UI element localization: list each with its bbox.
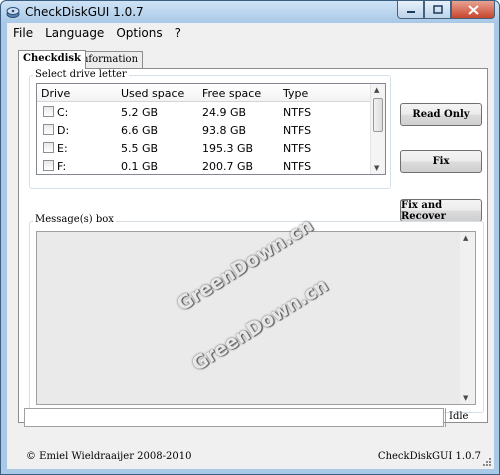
disk-app-icon bbox=[6, 7, 20, 18]
used-space-value: 5.2 GB bbox=[121, 106, 159, 119]
minimize-button[interactable] bbox=[397, 1, 424, 19]
drive-row[interactable]: C: 5.2 GB 24.9 GB NTFS bbox=[37, 103, 370, 121]
drive-row[interactable]: F: 0.1 GB 200.7 GB NTFS bbox=[37, 157, 370, 174]
message-box-label: Message(s) box bbox=[33, 214, 116, 225]
column-drive[interactable]: Drive bbox=[41, 87, 70, 100]
column-free-space[interactable]: Free space bbox=[202, 87, 261, 100]
scroll-thumb[interactable] bbox=[373, 98, 383, 132]
app-window: CheckDiskGUI 1.0.7 File Language Options… bbox=[0, 0, 500, 475]
drive-checkbox[interactable] bbox=[43, 142, 54, 153]
drive-list-header: Drive Used space Free space Type bbox=[37, 84, 370, 102]
drive-list-scrollbar[interactable]: ▲ ▼ bbox=[370, 84, 385, 174]
drive-checkbox[interactable] bbox=[43, 160, 54, 171]
drive-row[interactable]: D: 6.6 GB 93.8 GB NTFS bbox=[37, 121, 370, 139]
drive-checkbox[interactable] bbox=[43, 106, 54, 117]
client-area: File Language Options ? Checkdisk Inform… bbox=[7, 23, 494, 469]
tab-checkdisk[interactable]: Checkdisk bbox=[18, 50, 86, 69]
checkdisk-panel: Select drive letter Drive Used space Fre… bbox=[18, 68, 488, 423]
free-space-value: 24.9 GB bbox=[202, 106, 247, 119]
status-text: Idle bbox=[449, 411, 469, 422]
resize-grip-icon[interactable] bbox=[482, 457, 492, 467]
maximize-button[interactable] bbox=[424, 1, 451, 19]
free-space-value: 200.7 GB bbox=[202, 160, 254, 173]
menu-file[interactable]: File bbox=[7, 23, 39, 42]
used-space-value: 5.5 GB bbox=[121, 142, 159, 155]
fs-type-value: NTFS bbox=[283, 124, 312, 137]
menu-language[interactable]: Language bbox=[39, 23, 110, 42]
status-divider bbox=[445, 408, 446, 427]
menu-help[interactable]: ? bbox=[169, 23, 187, 42]
progress-field bbox=[24, 408, 444, 427]
free-space-value: 195.3 GB bbox=[202, 142, 254, 155]
scroll-down-arrow-icon[interactable]: ▼ bbox=[374, 164, 379, 172]
minimize-icon bbox=[406, 10, 415, 13]
close-button[interactable] bbox=[451, 1, 495, 19]
drive-list[interactable]: Drive Used space Free space Type C: 5.2 … bbox=[36, 83, 386, 175]
menu-bar: File Language Options ? bbox=[7, 23, 494, 42]
fs-type-value: NTFS bbox=[283, 142, 312, 155]
used-space-value: 6.6 GB bbox=[121, 124, 159, 137]
fix-and-recover-button[interactable]: Fix and Recover bbox=[400, 199, 482, 222]
scroll-up-arrow-icon[interactable]: ▲ bbox=[463, 234, 468, 242]
column-type[interactable]: Type bbox=[283, 87, 308, 100]
menu-options[interactable]: Options bbox=[110, 23, 168, 42]
used-space-value: 0.1 GB bbox=[121, 160, 159, 173]
fs-type-value: NTFS bbox=[283, 160, 312, 173]
column-used-space[interactable]: Used space bbox=[121, 87, 184, 100]
version-text: CheckDiskGUI 1.0.7 bbox=[377, 451, 481, 462]
drive-letter: D: bbox=[57, 124, 70, 137]
scroll-down-arrow-icon[interactable]: ▼ bbox=[463, 394, 468, 402]
drive-row[interactable]: E: 5.5 GB 195.3 GB NTFS bbox=[37, 139, 370, 157]
drive-letter: F: bbox=[57, 160, 67, 173]
fix-button[interactable]: Fix bbox=[400, 150, 482, 173]
drive-checkbox[interactable] bbox=[43, 124, 54, 135]
message-scrollbar[interactable]: ▲ ▼ bbox=[460, 232, 475, 404]
read-only-button[interactable]: Read Only bbox=[400, 103, 482, 126]
fs-type-value: NTFS bbox=[283, 106, 312, 119]
maximize-icon bbox=[432, 5, 443, 14]
drive-group-label: Select drive letter bbox=[33, 69, 129, 80]
drive-letter: E: bbox=[57, 142, 68, 155]
copyright-text: © Emiel Wieldraaijer 2008-2010 bbox=[26, 451, 192, 462]
scroll-up-arrow-icon[interactable]: ▲ bbox=[374, 86, 379, 94]
free-space-value: 93.8 GB bbox=[202, 124, 247, 137]
window-title: CheckDiskGUI 1.0.7 bbox=[25, 5, 144, 19]
title-bar[interactable]: CheckDiskGUI 1.0.7 bbox=[1, 1, 499, 23]
close-icon bbox=[467, 4, 479, 15]
drive-letter: C: bbox=[57, 106, 69, 119]
